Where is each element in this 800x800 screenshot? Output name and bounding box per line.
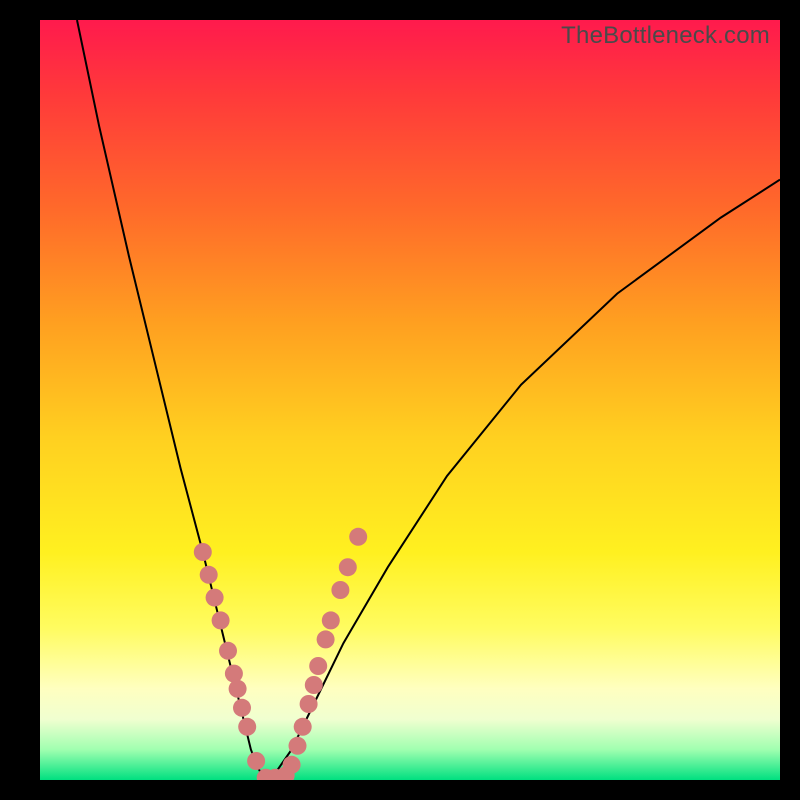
scatter-dot <box>309 657 327 675</box>
scatter-dot <box>331 581 349 599</box>
scatter-dot <box>266 769 284 780</box>
scatter-dot <box>305 676 323 694</box>
scatter-dot <box>289 737 307 755</box>
scatter-dot <box>257 769 275 780</box>
chart-svg <box>40 20 780 780</box>
scatter-dot <box>300 695 318 713</box>
scatter-dot <box>229 680 247 698</box>
scatter-dot <box>225 665 243 683</box>
scatter-dot <box>349 528 367 546</box>
right-branch-curve <box>266 180 780 780</box>
scatter-dot <box>294 718 312 736</box>
scatter-dot <box>277 766 295 780</box>
scatter-dot <box>247 752 265 770</box>
scatter-dot <box>219 642 237 660</box>
scatter-dots <box>194 528 367 780</box>
scatter-dot <box>283 756 301 774</box>
scatter-dot <box>322 611 340 629</box>
scatter-dot <box>317 630 335 648</box>
chart-frame: TheBottleneck.com <box>0 0 800 800</box>
watermark-text: TheBottleneck.com <box>561 22 770 50</box>
scatter-dot <box>206 589 224 607</box>
scatter-dot <box>212 611 230 629</box>
scatter-dot <box>194 543 212 561</box>
left-branch-curve <box>77 20 266 780</box>
scatter-dot <box>339 558 357 576</box>
scatter-dot <box>238 718 256 736</box>
plot-area: TheBottleneck.com <box>40 20 780 780</box>
scatter-dot <box>233 699 251 717</box>
scatter-dot <box>200 566 218 584</box>
